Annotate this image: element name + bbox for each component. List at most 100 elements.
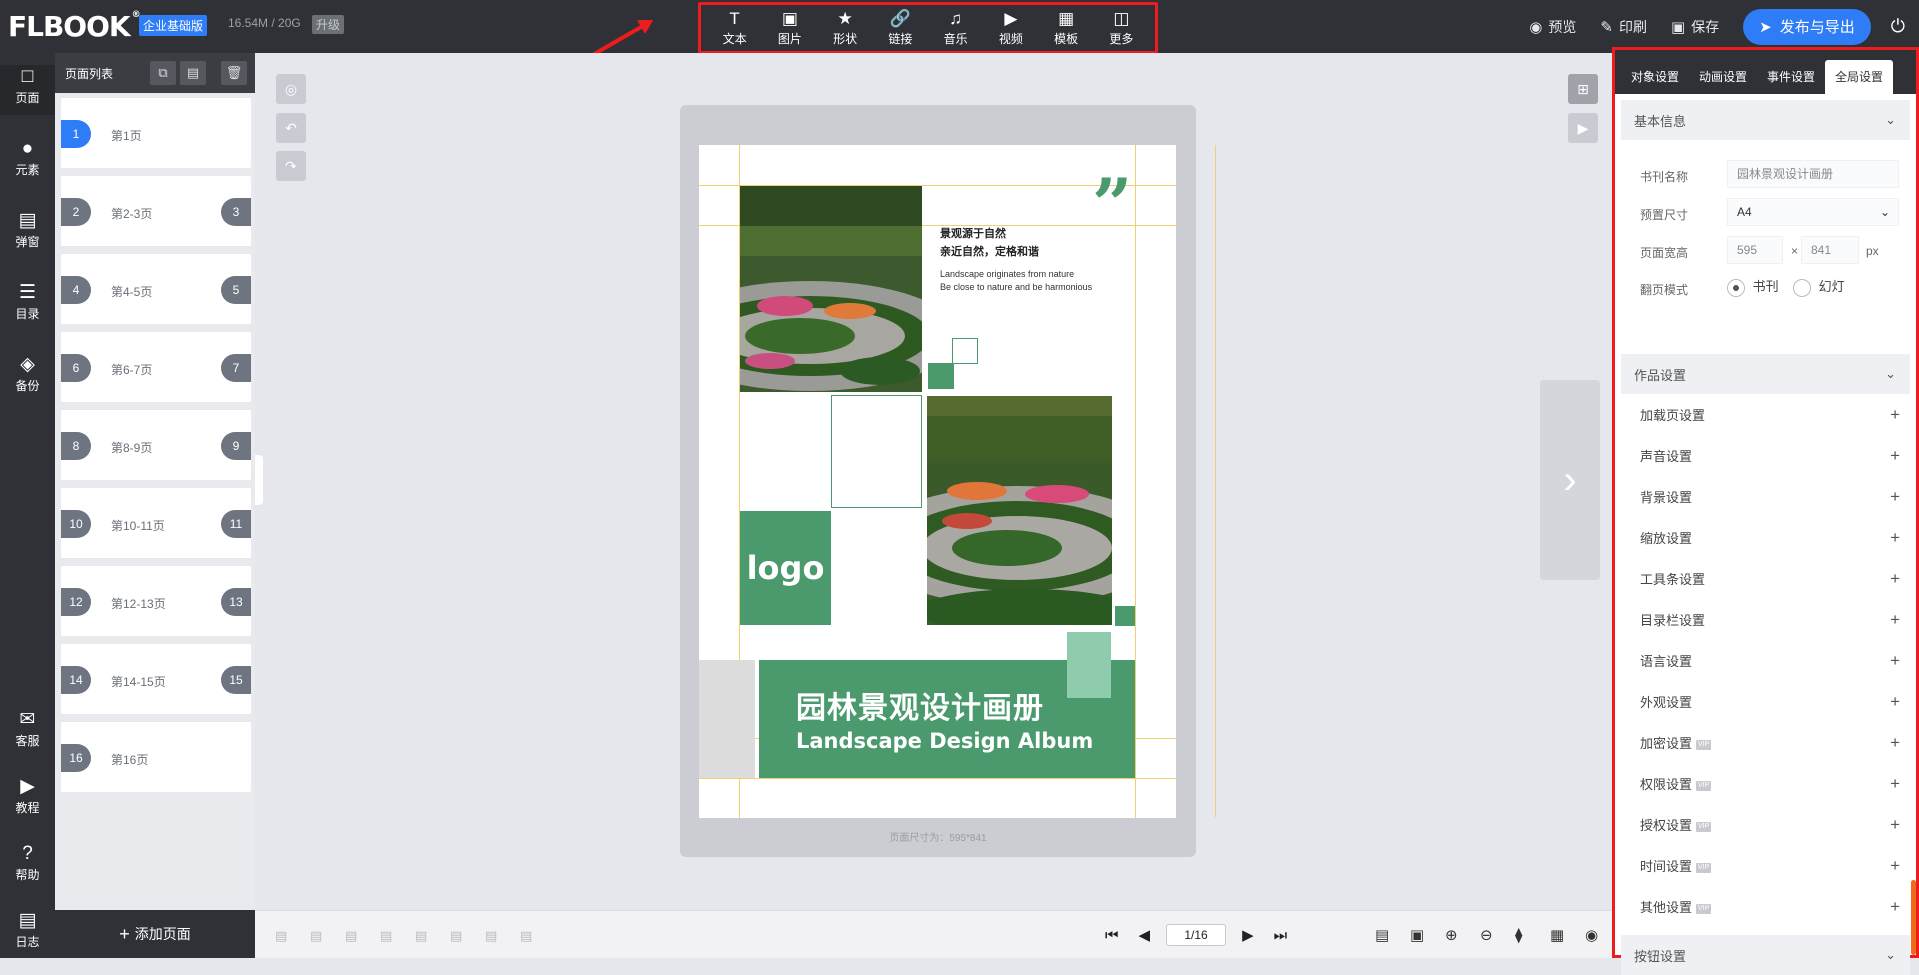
undo-icon[interactable]: ↶ [276,113,306,143]
tool-music[interactable]: ♫ 音乐 [931,9,981,47]
grid-icon[interactable]: ▦ [1550,926,1564,944]
play-icon[interactable]: ▶ [1568,113,1598,143]
tool-video[interactable]: ▶ 视频 [986,9,1036,47]
power-icon[interactable]: ⏻ [1891,16,1905,37]
add-page-button[interactable]: + 添加页面 [55,910,255,958]
nav-service[interactable]: ✉ 客服 [0,708,55,749]
page-item[interactable]: 12 第12-13页 13 [61,566,251,636]
next-page-button[interactable]: › [1540,380,1600,580]
eye-icon: ◉ [1529,18,1543,36]
single-page-icon[interactable]: ▤ [1375,926,1389,944]
flip-mode-slide[interactable]: 幻灯 [1793,276,1845,297]
page-number-input[interactable]: 1/16 [1166,924,1227,946]
upgrade-button[interactable]: 升级 [312,15,345,34]
settings-icon[interactable]: ◉ [1585,926,1598,944]
preset-size-select[interactable]: A4 ⌄ [1727,198,1899,226]
nav-log[interactable]: ▤ 日志 [0,909,55,950]
logo-block[interactable]: logo [740,511,831,625]
page-item[interactable]: 10 第10-11页 11 [61,488,251,558]
book-name-input[interactable]: 园林景观设计画册 [1727,160,1899,188]
ai-icon[interactable]: ◎ [276,74,306,104]
publish-button[interactable]: ➤ 发布与导出 [1743,8,1871,45]
tab-event[interactable]: 事件设置 [1757,60,1825,94]
setting-row[interactable]: 其他设置 VIP + [1615,886,1916,927]
garden-photo-top[interactable] [740,186,922,392]
setting-row[interactable]: 缩放设置 + [1615,517,1916,558]
tab-global[interactable]: 全局设置 [1825,60,1894,94]
guide-line [699,778,1176,779]
align-left-icon[interactable]: ▤ [345,928,357,944]
vip-badge: VIP [1696,821,1712,832]
garden-photo-bottom[interactable] [927,396,1112,625]
distribute-v-icon[interactable]: ▤ [520,928,532,944]
ruler-icon[interactable]: ⧫ [1515,926,1522,944]
nav-catalog[interactable]: ☰ 目录 [0,281,55,322]
align-middle-icon[interactable]: ▤ [415,928,427,944]
page-item[interactable]: 1 第1页 [61,98,251,168]
flip-mode-book[interactable]: 书刊 [1727,276,1779,297]
setting-row[interactable]: 加载页设置 + [1615,394,1916,435]
page-item[interactable]: 2 第2-3页 3 [61,176,251,246]
last-page-icon[interactable]: ⏭ [1274,927,1288,944]
section-basic-info[interactable]: 基本信息 ⌄ [1621,100,1910,140]
save-button[interactable]: ▣ 保存 [1671,17,1719,37]
setting-row[interactable]: 语言设置 + [1615,640,1916,681]
duplicate-page-icon[interactable]: ▤ [180,61,206,85]
page-item[interactable]: 4 第4-5页 5 [61,254,251,324]
setting-row[interactable]: 目录栏设置 + [1615,599,1916,640]
double-page-icon[interactable]: ▣ [1410,926,1424,944]
add-frame-icon[interactable]: ⊞ [1568,74,1598,104]
setting-row[interactable]: 时间设置 VIP + [1615,845,1916,886]
more-icon: ◫ [1113,8,1130,28]
page-item[interactable]: 8 第8-9页 9 [61,410,251,480]
print-button[interactable]: ✎ 印刷 [1600,17,1647,37]
next-page-icon[interactable]: ▶ [1242,926,1254,944]
nav-tutorial[interactable]: ▶ 教程 [0,775,55,816]
setting-row[interactable]: 声音设置 + [1615,435,1916,476]
tool-text[interactable]: T 文本 [710,9,760,47]
setting-row[interactable]: 工具条设置 + [1615,558,1916,599]
distribute-h-icon[interactable]: ▤ [485,928,497,944]
setting-row[interactable]: 权限设置 VIP + [1615,763,1916,804]
nav-help[interactable]: ? 帮助 [0,842,55,883]
nav-backup[interactable]: ◈ 备份 [0,353,55,394]
align-center-icon[interactable]: ▤ [450,928,462,944]
nav-elements[interactable]: ● 元素 [0,137,55,178]
preview-button[interactable]: ◉ 预览 [1529,17,1576,37]
nav-pages[interactable]: □ 页面 [0,65,55,115]
tool-link[interactable]: 🔗 链接 [875,9,925,47]
app-logo[interactable]: FLBOOK ® [8,10,141,43]
zoom-out-icon[interactable]: ⊖ [1480,926,1493,944]
collapse-panel-handle[interactable] [255,455,263,505]
align-right-icon[interactable]: ▤ [380,928,392,944]
zoom-in-icon[interactable]: ⊕ [1445,926,1458,944]
copy-page-icon[interactable]: ⧉ [150,61,176,85]
setting-row[interactable]: 外观设置 + [1615,681,1916,722]
prev-page-icon[interactable]: ◀ [1139,926,1151,944]
page-item[interactable]: 6 第6-7页 7 [61,332,251,402]
first-page-icon[interactable]: ⏮ [1105,927,1119,944]
design-page[interactable]: ” 景观源于自然 亲近自然，定格和谐 Landscape originates … [699,145,1176,818]
redo-icon[interactable]: ↷ [276,151,306,181]
setting-row[interactable]: 加密设置 VIP + [1615,722,1916,763]
tool-shape[interactable]: ★ 形状 [820,9,870,47]
page-item[interactable]: 16 第16页 [61,722,251,792]
page-width-input[interactable]: 595 [1727,236,1783,264]
guide-line [1215,145,1216,817]
tool-image[interactable]: ▣ 图片 [765,9,815,47]
page-item[interactable]: 14 第14-15页 15 [61,644,251,714]
tab-object[interactable]: 对象设置 [1621,60,1689,94]
nav-popup[interactable]: ▤ 弹窗 [0,209,55,250]
section-work-settings[interactable]: 作品设置 ⌄ [1621,354,1910,394]
page-height-input[interactable]: 841 [1801,236,1859,264]
section-button-settings[interactable]: 按钮设置 ⌄ [1621,935,1910,975]
tool-template[interactable]: ▦ 模板 [1041,9,1091,47]
tab-animation[interactable]: 动画设置 [1689,60,1757,94]
tool-more[interactable]: ◫ 更多 [1096,8,1146,47]
align-bottom-icon[interactable]: ▤ [310,928,322,944]
delete-page-icon[interactable]: 🗑 [221,61,247,85]
scrollbar[interactable] [1911,880,1916,955]
setting-row[interactable]: 授权设置 VIP + [1615,804,1916,845]
setting-row[interactable]: 背景设置 + [1615,476,1916,517]
align-top-icon[interactable]: ▤ [275,928,287,944]
